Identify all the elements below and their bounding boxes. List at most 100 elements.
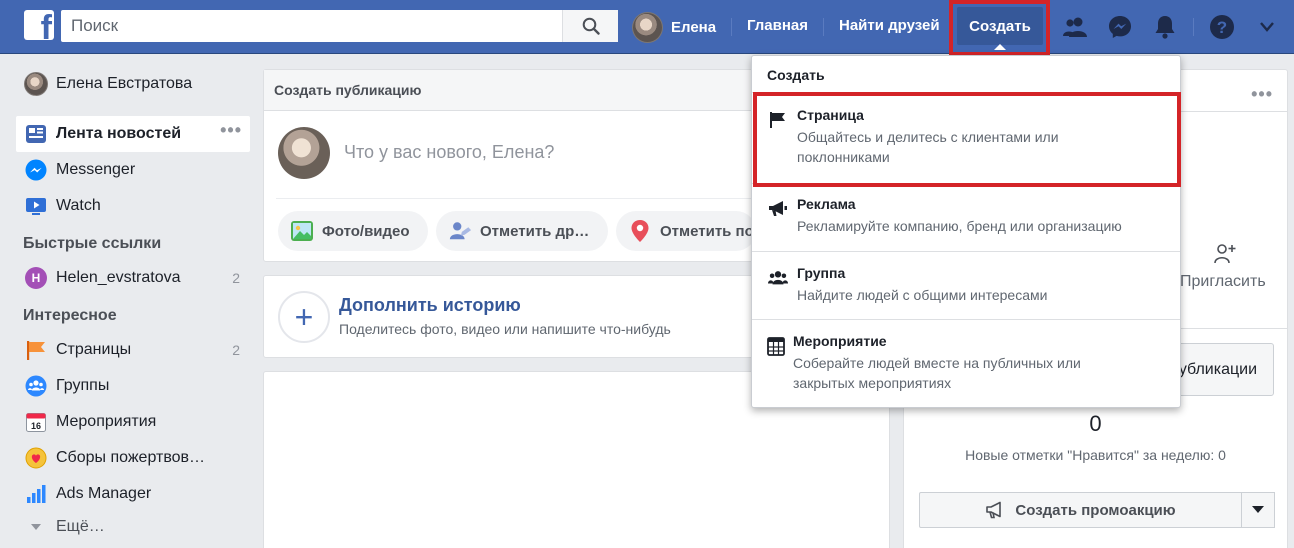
shortcut-avatar: H — [24, 266, 48, 290]
search-icon — [582, 17, 600, 35]
nav-divider — [731, 18, 732, 36]
page-item-highlight — [753, 92, 1181, 187]
avatar — [24, 72, 48, 96]
create-promotion-label: Создать промоакцию — [1015, 501, 1176, 519]
sidebar-item-label: Ads Manager — [56, 485, 152, 502]
sidebar-item-messenger[interactable]: Messenger — [16, 152, 250, 188]
sidebar-item-label: Сборы пожертвов… — [56, 449, 206, 466]
photo-video-label: Фото/видео — [322, 222, 410, 240]
checkin-pin-icon — [628, 219, 652, 243]
story-subtitle: Поделитесь фото, видео или напишите что-… — [339, 321, 671, 337]
avatar — [278, 127, 330, 179]
sidebar-item-label: Ещё… — [56, 518, 105, 535]
search-input[interactable] — [61, 10, 561, 42]
sidebar-item-more[interactable]: Ещё… — [16, 512, 250, 542]
dropdown-caret — [994, 44, 1006, 50]
megaphone-icon — [768, 199, 788, 219]
sidebar-profile[interactable]: Елена Евстратова — [16, 66, 250, 102]
events-calendar-icon: 16 — [24, 410, 48, 434]
sidebar-item-more-icon[interactable]: ••• — [220, 120, 242, 141]
photo-video-button[interactable]: Фото/видео — [278, 211, 428, 251]
nav-divider — [1193, 18, 1194, 36]
dropdown-title: Создать — [767, 67, 825, 83]
plus-icon: + — [278, 291, 330, 343]
watch-icon — [24, 194, 48, 218]
invite-label[interactable]: Пригласить — [1180, 273, 1266, 291]
facebook-logo-icon[interactable]: f — [24, 10, 54, 40]
tag-friends-label: Отметить др… — [480, 222, 590, 240]
tag-friends-icon — [448, 219, 472, 243]
calendar-day: 16 — [31, 421, 41, 431]
dropdown-item-ad[interactable]: Реклама Рекламируйте компанию, бренд или… — [752, 185, 1180, 249]
account-menu-chevron-down-icon[interactable] — [1252, 12, 1282, 42]
invite-friend-icon[interactable] — [1214, 243, 1236, 265]
sidebar-item-count: 2 — [232, 342, 240, 358]
divider — [752, 251, 1180, 252]
news-feed-icon — [24, 122, 48, 146]
sidebar-item-ads-manager[interactable]: Ads Manager — [16, 476, 250, 512]
dropdown-item-desc: Найдите людей с общими интересами — [797, 287, 1048, 303]
sidebar-item-events[interactable]: 16 Мероприятия — [16, 404, 250, 440]
check-in-label: Отметить по — [660, 222, 754, 240]
sidebar-item-label: Messenger — [56, 161, 136, 178]
messenger-icon — [24, 158, 48, 182]
sidebar-item-news-feed[interactable]: Лента новостей ••• — [16, 116, 250, 152]
avatar — [632, 11, 663, 43]
sidebar-item-fundraisers[interactable]: Сборы пожертвов… — [16, 440, 250, 476]
shortcuts-header: Быстрые ссылки — [23, 235, 162, 252]
dropdown-item-title: Группа — [797, 265, 846, 281]
sidebar-item-label: Мероприятия — [56, 413, 157, 430]
sidebar-item-watch[interactable]: Watch — [16, 188, 250, 224]
sidebar-item-groups[interactable]: Группы — [16, 368, 250, 404]
nav-home-link[interactable]: Главная — [747, 17, 808, 34]
messenger-icon[interactable] — [1105, 12, 1135, 42]
nav-user-profile-link[interactable]: Елена — [632, 11, 716, 43]
nav-user-name: Елена — [671, 18, 717, 36]
top-navigation-bar: f Елена Главная Найти друзей Создать ? — [0, 0, 1294, 54]
fundraisers-icon — [24, 446, 48, 470]
ads-manager-icon — [24, 482, 48, 506]
photo-video-icon — [290, 219, 314, 243]
groups-icon — [24, 374, 48, 398]
check-in-button[interactable]: Отметить по — [616, 211, 756, 251]
caret-down-icon — [1252, 506, 1264, 513]
sidebar-item-shortcut[interactable]: H Helen_evstratova 2 — [16, 260, 250, 296]
group-icon — [768, 268, 788, 288]
nav-divider — [823, 18, 824, 36]
dropdown-item-title: Мероприятие — [793, 333, 887, 349]
more-options-icon[interactable]: ••• — [1251, 84, 1273, 105]
calendar-icon — [766, 336, 786, 356]
chevron-down-icon — [24, 515, 48, 539]
megaphone-icon — [986, 501, 1002, 519]
friend-requests-icon[interactable] — [1060, 12, 1090, 42]
dropdown-item-group[interactable]: Группа Найдите людей с общими интересами — [752, 254, 1180, 318]
notifications-bell-icon[interactable] — [1150, 12, 1180, 42]
avatar-letter: H — [25, 267, 47, 289]
sidebar-item-label: Страницы — [56, 341, 132, 358]
search-button[interactable] — [562, 10, 618, 42]
likes-caption: Новые отметки "Нравится" за неделю: 0 — [965, 447, 1226, 463]
pages-flag-icon — [24, 338, 48, 362]
left-sidebar: Елена Евстратова Лента новостей ••• Mess… — [16, 66, 250, 542]
search-box — [61, 10, 618, 42]
publications-label: убликации — [1178, 360, 1257, 378]
dropdown-item-desc: Соберайте людей вместе на публичных или … — [793, 355, 1081, 391]
tag-friends-button[interactable]: Отметить др… — [436, 211, 608, 251]
help-icon[interactable]: ? — [1207, 12, 1237, 42]
dropdown-item-desc: Рекламируйте компанию, бренд или организ… — [797, 218, 1122, 234]
sidebar-item-label: Группы — [56, 377, 110, 394]
sidebar-item-label: Лента новостей — [56, 125, 182, 142]
nav-find-friends-link[interactable]: Найти друзей — [839, 17, 940, 34]
explore-header: Интересное — [23, 307, 117, 324]
dropdown-item-title: Реклама — [797, 196, 856, 212]
create-promotion-button[interactable]: Создать промоакцию — [919, 492, 1242, 528]
likes-count: 0 — [1089, 411, 1102, 436]
sidebar-item-label: Watch — [56, 197, 101, 214]
story-title: Дополнить историю — [339, 295, 521, 315]
composer-input[interactable]: Что у вас нового, Елена? — [344, 142, 554, 163]
svg-text:?: ? — [1217, 18, 1227, 37]
divider — [752, 319, 1180, 320]
sidebar-item-pages[interactable]: Страницы 2 — [16, 332, 250, 368]
promotion-dropdown-button[interactable] — [1242, 492, 1275, 528]
dropdown-item-event[interactable]: Мероприятие Соберайте людей вместе на пу… — [752, 322, 1180, 406]
